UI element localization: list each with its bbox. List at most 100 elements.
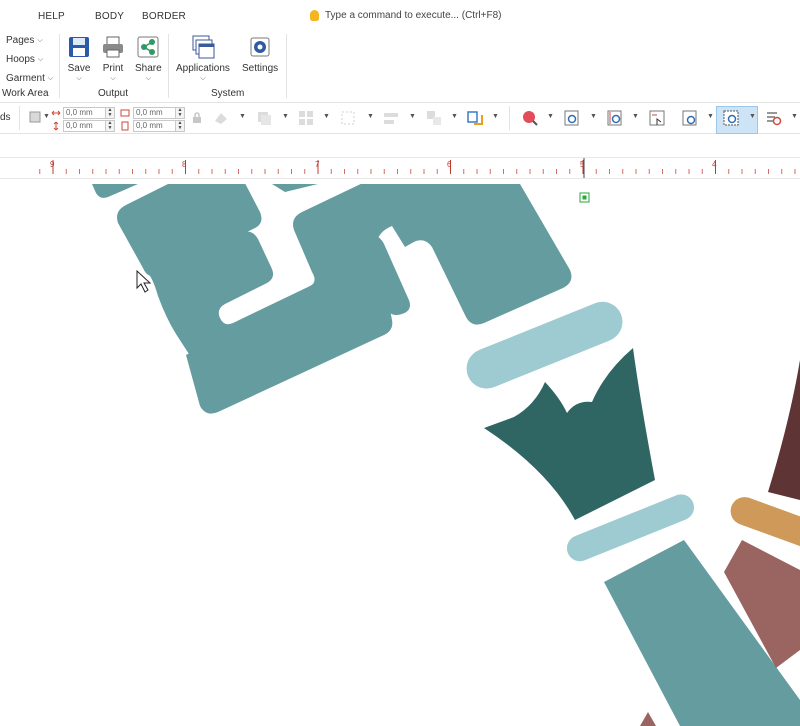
mauve-tip[interactable] bbox=[640, 712, 656, 726]
position-x-icon bbox=[120, 109, 130, 117]
chevron-down-icon: ⌵ bbox=[145, 75, 151, 82]
command-placeholder: Type a command to execute... (Ctrl+F8) bbox=[325, 10, 502, 21]
height-field[interactable]: 0,0 mm bbox=[63, 120, 107, 132]
share-icon bbox=[137, 36, 159, 58]
chevron-down-icon: ⌵ bbox=[110, 75, 116, 82]
zoom-selection-icon[interactable] bbox=[648, 109, 666, 127]
transform-icon[interactable] bbox=[212, 109, 230, 127]
position-x-spinner[interactable]: ▲ ▼ bbox=[175, 107, 185, 119]
position-y-icon bbox=[121, 121, 129, 131]
settings-label: Settings bbox=[242, 63, 279, 74]
save-label: Save bbox=[67, 63, 91, 74]
ruler-ticks bbox=[39, 158, 796, 178]
distribute-icon[interactable] bbox=[425, 109, 443, 127]
chevron-down-icon: ⌵ bbox=[37, 37, 43, 44]
chevron-down-icon[interactable]: ▼ bbox=[590, 113, 597, 120]
toolbar-divider bbox=[509, 106, 510, 130]
garment-label: Garment bbox=[6, 73, 45, 84]
ribbon: Pages ⌵ Hoops ⌵ Garment ⌵ Work Area Save ⌵ … bbox=[0, 32, 800, 103]
pages-button[interactable]: Pages ⌵ bbox=[0, 35, 43, 46]
tab-help[interactable]: HELP bbox=[38, 11, 65, 22]
design-canvas[interactable] bbox=[0, 184, 800, 726]
chevron-down-icon: ⌵ bbox=[76, 75, 82, 82]
chevron-down-icon[interactable]: ▼ bbox=[707, 113, 714, 120]
group-divider bbox=[286, 34, 287, 98]
color-zoom-icon[interactable] bbox=[521, 109, 539, 127]
printer-icon bbox=[103, 36, 123, 58]
height-spinner[interactable]: ▲ ▼ bbox=[105, 120, 115, 132]
group-divider bbox=[59, 34, 60, 98]
align-icon[interactable] bbox=[382, 109, 400, 127]
ruler-number: 6 bbox=[447, 160, 452, 169]
chevron-down-icon: ⌵ bbox=[47, 75, 54, 82]
save-button[interactable]: Save ⌵ bbox=[66, 34, 92, 83]
command-box[interactable]: Type a command to execute... (Ctrl+F8) bbox=[310, 10, 501, 21]
chevron-down-icon[interactable]: ▼ bbox=[409, 113, 416, 120]
tab-body[interactable]: BODY bbox=[95, 11, 124, 22]
chevron-down-icon[interactable]: ▼ bbox=[632, 113, 639, 120]
position-y-field[interactable]: 0,0 mm bbox=[133, 120, 177, 132]
ruler-number: 8 bbox=[182, 160, 187, 169]
chevron-down-icon[interactable]: ▼ bbox=[547, 113, 554, 120]
width-spinner[interactable]: ▲ ▼ bbox=[105, 107, 115, 119]
zoom-height-icon[interactable] bbox=[606, 109, 624, 127]
system-group-label: System bbox=[211, 88, 245, 99]
orange-bar[interactable] bbox=[727, 493, 800, 557]
group-objects-icon[interactable] bbox=[255, 109, 273, 127]
lock-icon[interactable] bbox=[192, 112, 202, 124]
width-field[interactable]: 0,0 mm bbox=[63, 107, 107, 119]
swap-colors-icon[interactable] bbox=[466, 109, 484, 127]
share-label: Share bbox=[135, 63, 162, 74]
applications-icon bbox=[192, 35, 215, 59]
hoops-button[interactable]: Hoops ⌵ bbox=[0, 54, 43, 65]
chevron-down-icon[interactable]: ▼ bbox=[367, 113, 374, 120]
share-button[interactable]: Share ⌵ bbox=[135, 34, 162, 83]
toolbar-left-fragment: ds bbox=[0, 112, 11, 123]
zoom-box-icon[interactable] bbox=[722, 109, 740, 127]
horizontal-ruler: 9 8 7 6 5 4 bbox=[0, 157, 800, 179]
maze-block-top[interactable] bbox=[272, 184, 318, 192]
position-x-field[interactable]: 0,0 mm bbox=[133, 107, 177, 119]
selection-frame-icon[interactable] bbox=[339, 109, 357, 127]
zoom-list-icon[interactable] bbox=[765, 109, 783, 127]
grid-icon[interactable] bbox=[297, 109, 315, 127]
chevron-down-icon[interactable]: ▼ bbox=[43, 113, 50, 120]
frame-icon[interactable] bbox=[29, 111, 41, 123]
tab-border[interactable]: BORDER bbox=[142, 11, 186, 22]
garment-button[interactable]: Garment ⌵ bbox=[0, 73, 53, 84]
toolbar-divider bbox=[19, 106, 20, 130]
position-y-spinner[interactable]: ▲ ▼ bbox=[175, 120, 185, 132]
applications-button[interactable]: Applications ⌵ bbox=[176, 34, 230, 83]
chevron-down-icon[interactable]: ▼ bbox=[492, 113, 499, 120]
selection-node-marker[interactable] bbox=[579, 192, 590, 203]
zoom-design-icon[interactable] bbox=[681, 109, 699, 127]
width-icon bbox=[51, 110, 61, 116]
ruler-number: 7 bbox=[315, 160, 320, 169]
chevron-down-icon[interactable]: ▼ bbox=[282, 113, 289, 120]
lightbulb-icon bbox=[310, 10, 319, 21]
ruler-number: 5 bbox=[580, 160, 585, 169]
chevron-down-icon[interactable]: ▼ bbox=[239, 113, 246, 120]
properties-toolbar: ds ▼ 0,0 mm ▲ ▼ 0,0 mm ▲ ▼ 0,0 mm ▲ ▼ 0,0 m… bbox=[0, 103, 800, 134]
hoops-label: Hoops bbox=[6, 54, 35, 65]
height-icon bbox=[53, 121, 59, 131]
print-button[interactable]: Print ⌵ bbox=[100, 34, 126, 83]
applications-label: Applications bbox=[176, 63, 230, 74]
print-label: Print bbox=[102, 63, 124, 74]
pages-label: Pages bbox=[6, 35, 35, 46]
zoom-page-icon[interactable] bbox=[563, 109, 581, 127]
settings-button[interactable]: Settings bbox=[242, 34, 278, 74]
output-group-label: Output bbox=[98, 88, 129, 99]
ruler-number: 9 bbox=[50, 160, 55, 169]
chevron-down-icon: ⌵ bbox=[37, 56, 44, 63]
work-area-group-label: Work Area bbox=[2, 88, 49, 99]
settings-gear-icon bbox=[250, 37, 270, 57]
maze-block-top[interactable] bbox=[92, 184, 138, 198]
menu-bar: HELP BODY BORDER Type a command to execu… bbox=[0, 0, 800, 32]
brown-leaf[interactable] bbox=[768, 360, 800, 500]
chevron-down-icon[interactable]: ▼ bbox=[451, 113, 458, 120]
group-divider bbox=[168, 34, 169, 98]
chevron-down-icon[interactable]: ▼ bbox=[791, 113, 798, 120]
chevron-down-icon[interactable]: ▼ bbox=[749, 113, 756, 120]
chevron-down-icon[interactable]: ▼ bbox=[323, 113, 330, 120]
